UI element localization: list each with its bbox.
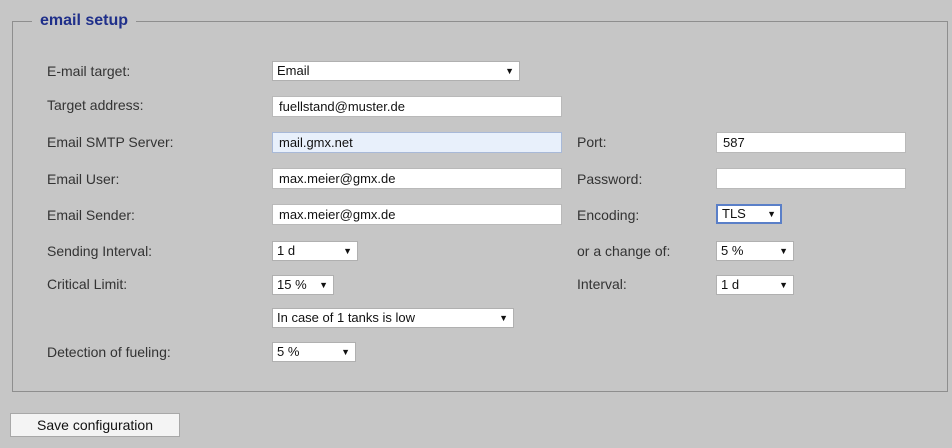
- password-input[interactable]: [716, 168, 906, 189]
- password-label: Password:: [577, 171, 643, 187]
- detection-fueling-label: Detection of fueling:: [47, 344, 171, 360]
- detection-fueling-value: 5 %: [277, 344, 300, 359]
- fieldset-legend: email setup: [32, 11, 137, 33]
- encoding-label: Encoding:: [577, 207, 640, 223]
- email-target-label: E-mail target:: [47, 63, 131, 79]
- interval-label: Interval:: [577, 276, 627, 292]
- chevron-down-icon: ▼: [341, 347, 350, 357]
- sending-interval-label: Sending Interval:: [47, 243, 153, 259]
- encoding-select[interactable]: TLS ▼: [716, 204, 782, 224]
- chevron-down-icon: ▼: [343, 246, 352, 256]
- chevron-down-icon: ▼: [779, 280, 788, 290]
- sending-interval-value: 1 d: [277, 243, 296, 258]
- chevron-down-icon: ▼: [779, 246, 788, 256]
- chevron-down-icon: ▼: [505, 66, 514, 76]
- detection-fueling-select[interactable]: 5 % ▼: [272, 342, 356, 362]
- smtp-server-input[interactable]: mail.gmx.net: [272, 132, 562, 153]
- smtp-server-label: Email SMTP Server:: [47, 134, 174, 150]
- chevron-down-icon: ▼: [499, 313, 508, 323]
- email-user-label: Email User:: [47, 171, 120, 187]
- smtp-server-value: mail.gmx.net: [279, 135, 353, 150]
- sending-interval-select[interactable]: 1 d ▼: [272, 241, 358, 261]
- email-target-select[interactable]: Email ▼: [272, 61, 520, 81]
- email-sender-label: Email Sender:: [47, 207, 135, 223]
- encoding-value: TLS: [722, 206, 746, 221]
- tanks-low-select[interactable]: In case of 1 tanks is low ▼: [272, 308, 514, 328]
- tanks-low-value: In case of 1 tanks is low: [277, 310, 416, 325]
- email-sender-value: max.meier@gmx.de: [279, 207, 396, 222]
- target-address-value: fuellstand@muster.de: [279, 99, 405, 114]
- change-of-select[interactable]: 5 % ▼: [716, 241, 794, 261]
- critical-limit-select[interactable]: 15 % ▼: [272, 275, 334, 295]
- email-user-input[interactable]: max.meier@gmx.de: [272, 168, 562, 189]
- change-of-label: or a change of:: [577, 243, 671, 259]
- target-address-input[interactable]: fuellstand@muster.de: [272, 96, 562, 117]
- critical-limit-label: Critical Limit:: [47, 276, 128, 292]
- port-label: Port:: [577, 134, 607, 150]
- target-address-label: Target address:: [47, 97, 144, 113]
- port-value: 587: [723, 135, 745, 150]
- email-target-value: Email: [277, 63, 310, 78]
- save-configuration-button[interactable]: Save configuration: [10, 413, 180, 437]
- email-user-value: max.meier@gmx.de: [279, 171, 396, 186]
- interval-select[interactable]: 1 d ▼: [716, 275, 794, 295]
- port-input[interactable]: 587: [716, 132, 906, 153]
- chevron-down-icon: ▼: [767, 209, 776, 219]
- chevron-down-icon: ▼: [319, 280, 328, 290]
- email-sender-input[interactable]: max.meier@gmx.de: [272, 204, 562, 225]
- change-of-value: 5 %: [721, 243, 744, 258]
- interval-value: 1 d: [721, 277, 740, 292]
- critical-limit-value: 15 %: [277, 277, 307, 292]
